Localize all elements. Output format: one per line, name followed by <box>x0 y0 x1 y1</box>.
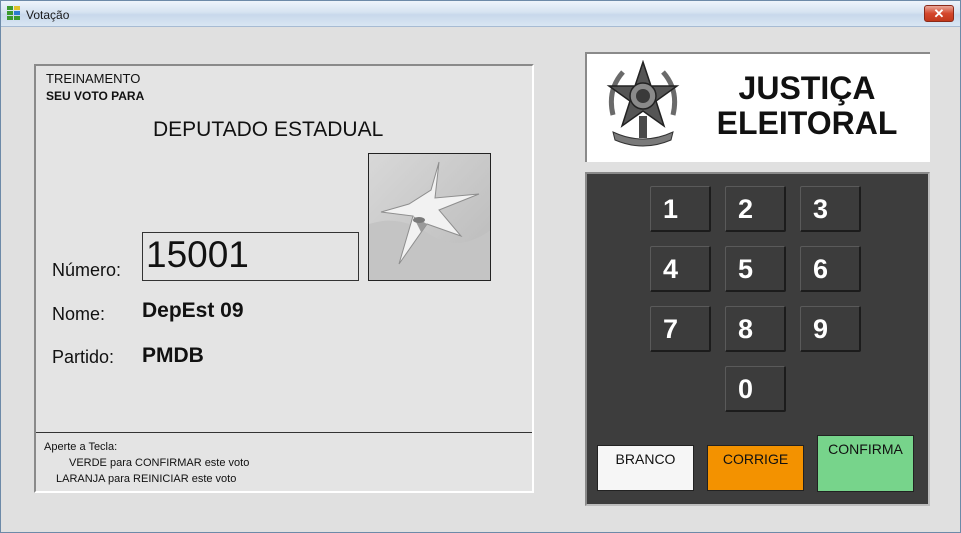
mode-label: TREINAMENTO <box>46 71 141 86</box>
close-button[interactable]: ✕ <box>924 5 954 22</box>
branco-button[interactable]: BRANCO <box>597 445 694 491</box>
key-5[interactable]: 5 <box>725 246 786 292</box>
instructions-orange: LARANJA para REINICIAR este voto <box>56 473 237 485</box>
app-icon <box>7 6 21 21</box>
key-9[interactable]: 9 <box>800 306 861 352</box>
key-6[interactable]: 6 <box>800 246 861 292</box>
party-label: Partido: <box>52 347 115 367</box>
confirma-button[interactable]: CONFIRMA <box>817 435 914 492</box>
key-2[interactable]: 2 <box>725 186 786 232</box>
justica-eleitoral-logo: JUSTIÇA ELEITORAL <box>585 52 930 162</box>
candidate-number: 15001 <box>146 234 249 275</box>
voting-window: Votação ✕ TREINAMENTO SEU VOTO PARA DEPU… <box>0 0 961 533</box>
candidate-photo <box>368 153 491 281</box>
key-1[interactable]: 1 <box>650 186 711 232</box>
key-0[interactable]: 0 <box>725 366 786 412</box>
logo-line-2: ELEITORAL <box>716 105 898 141</box>
number-display: 15001 <box>142 232 359 281</box>
window-title: Votação <box>26 8 70 22</box>
key-3[interactable]: 3 <box>800 186 861 232</box>
instructions-green: VERDE para CONFIRMAR este voto <box>69 457 250 469</box>
instructions-divider <box>36 432 532 433</box>
corrige-button[interactable]: CORRIGE <box>707 445 804 491</box>
ballot-screen: TREINAMENTO SEU VOTO PARA DEPUTADO ESTAD… <box>34 64 534 493</box>
candidate-party: PMDB <box>142 344 204 367</box>
vote-prompt: SEU VOTO PARA <box>46 89 145 103</box>
title-bar: Votação ✕ <box>1 1 960 27</box>
instructions-heading: Aperte a Tecla: <box>44 441 118 453</box>
coat-of-arms-icon <box>605 59 681 152</box>
key-8[interactable]: 8 <box>725 306 786 352</box>
number-label: Número: <box>52 260 122 280</box>
logo-line-1: JUSTIÇA <box>738 70 876 106</box>
key-7[interactable]: 7 <box>650 306 711 352</box>
name-label: Nome: <box>52 304 106 324</box>
keypad: 1 2 3 4 5 6 7 8 9 0 BRANCO CORRIGE CONFI… <box>585 172 930 506</box>
candidate-name: DepEst 09 <box>142 299 244 322</box>
key-4[interactable]: 4 <box>650 246 711 292</box>
office-title: DEPUTADO ESTADUAL <box>153 118 384 141</box>
